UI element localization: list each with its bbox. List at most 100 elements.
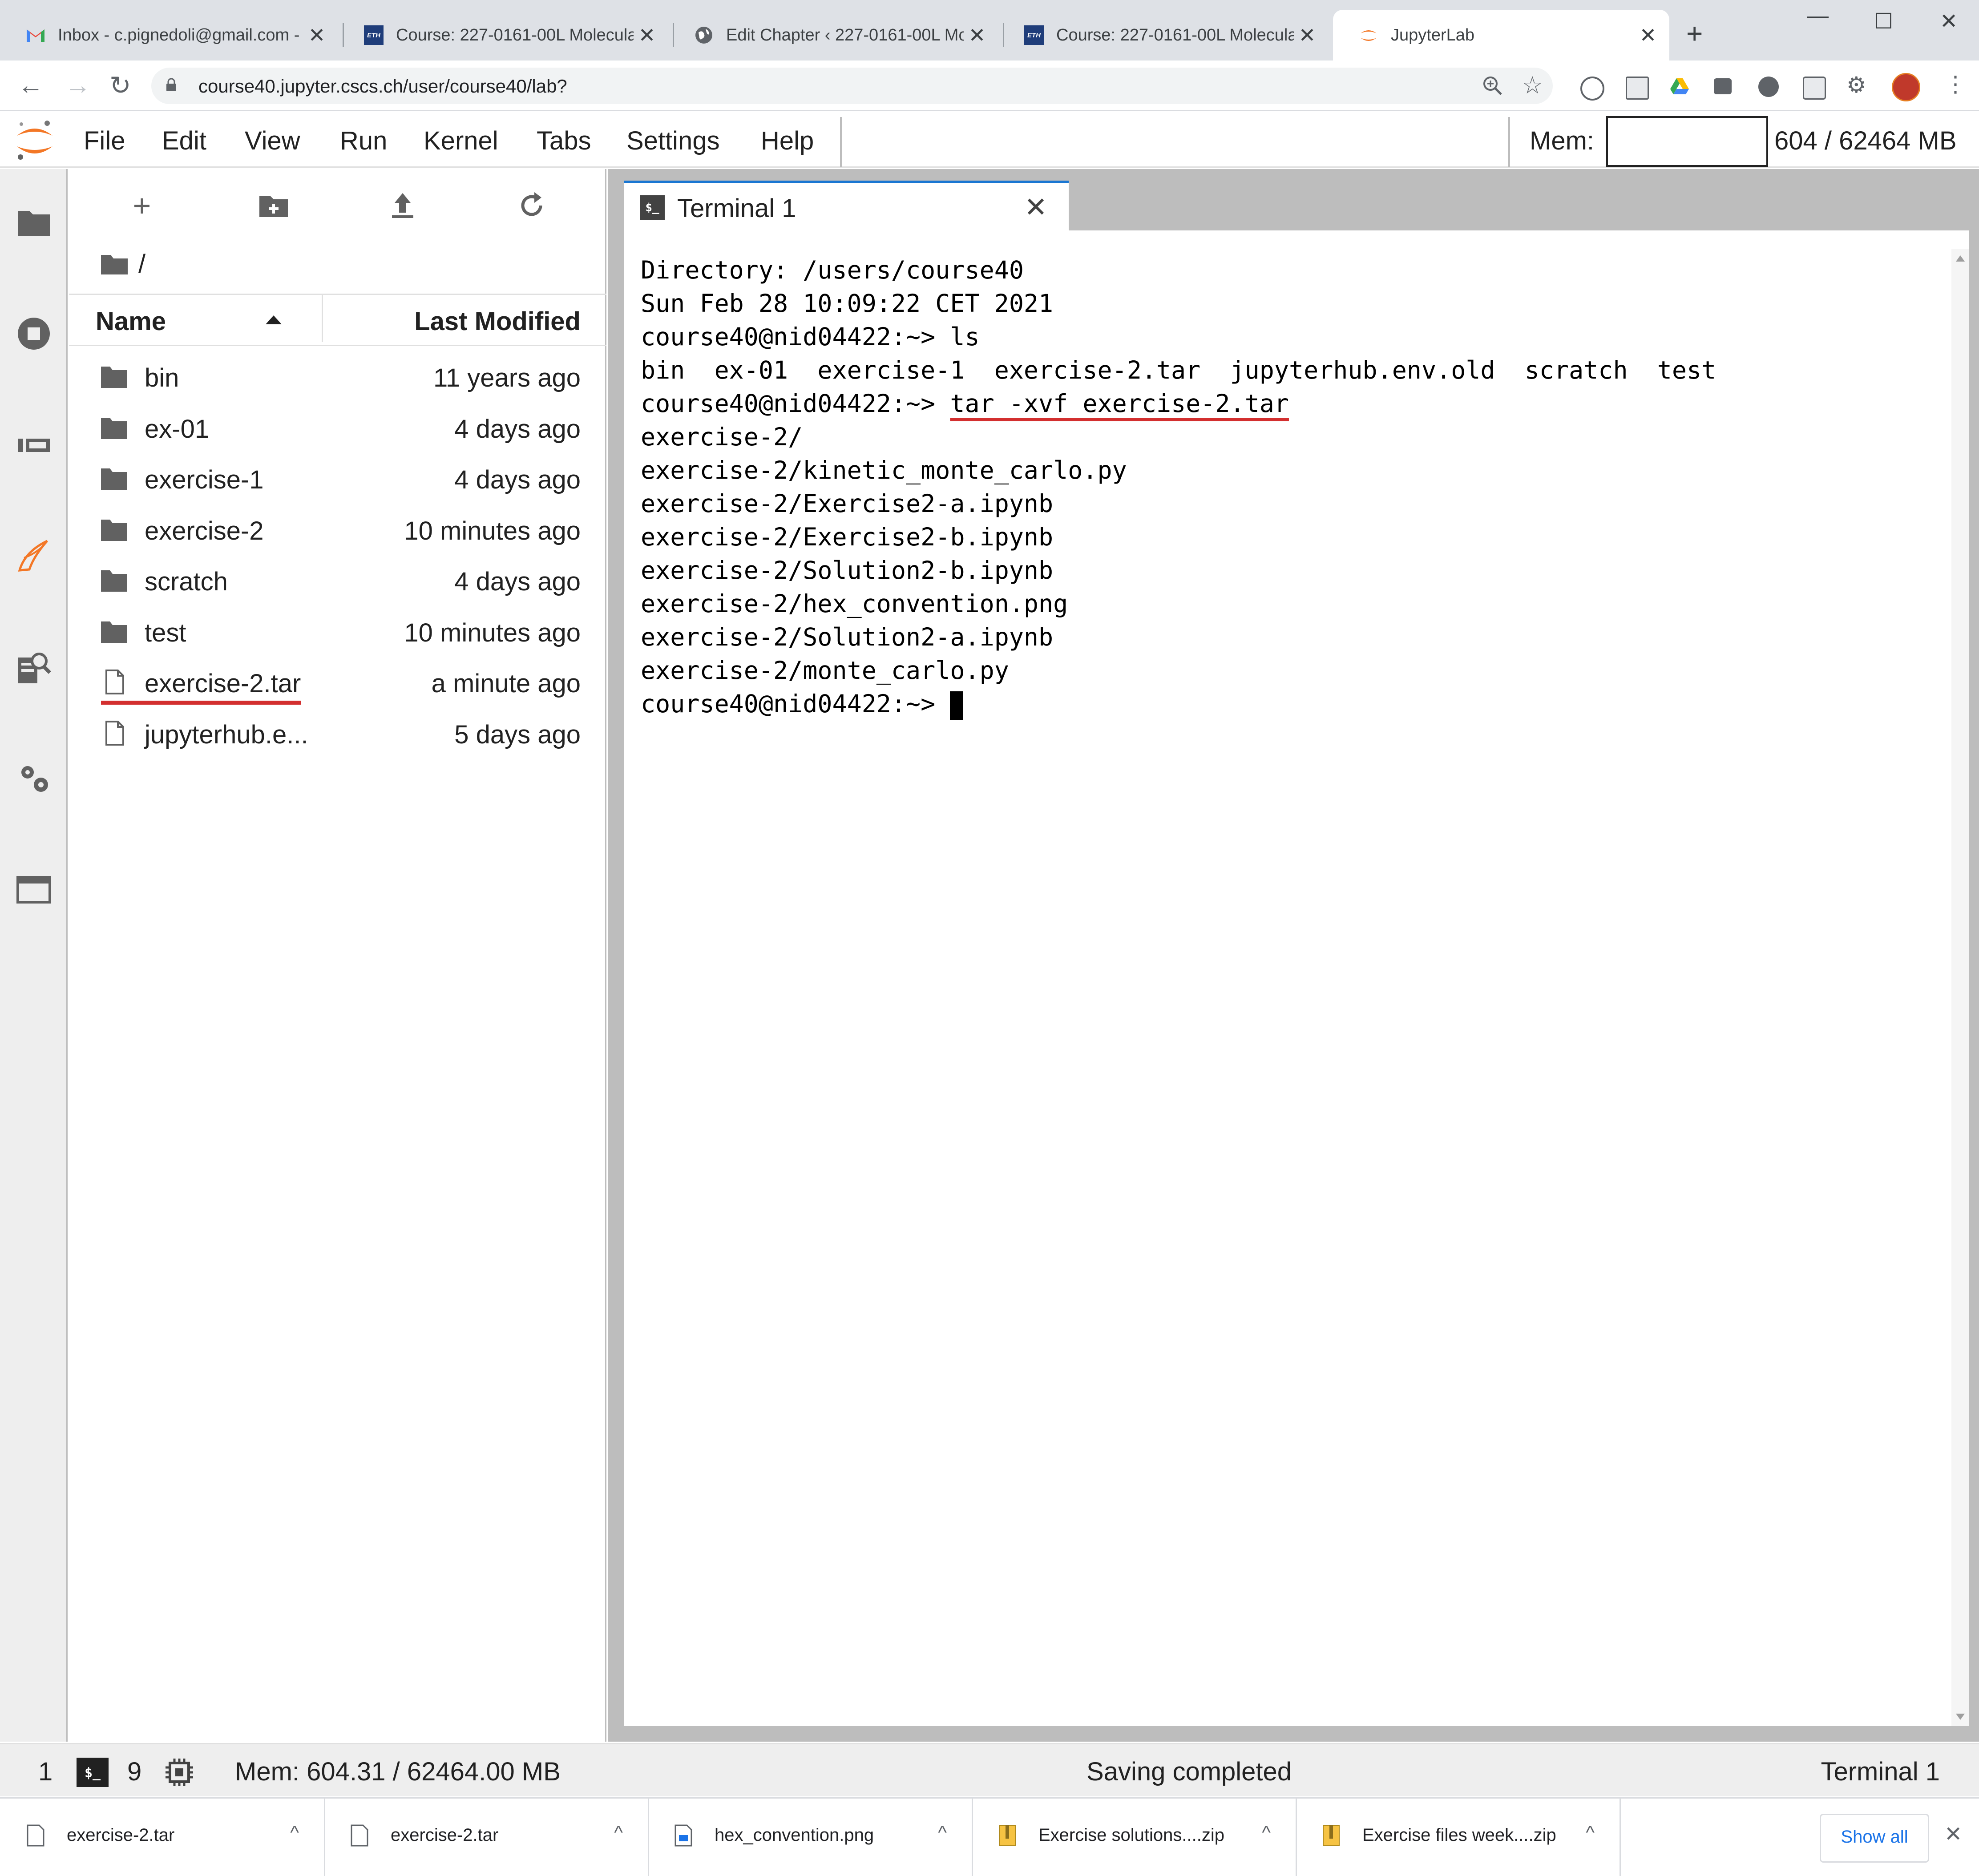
jupyter-top-bar: File Edit View Run Kernel Tabs Settings … — [0, 113, 1979, 168]
browser-tab-course-2[interactable]: ETH Course: 227-0161-00L Molecular ✕ — [998, 10, 1329, 61]
folder-icon[interactable] — [16, 205, 52, 240]
chevron-up-icon[interactable]: ^ — [1586, 1822, 1595, 1843]
file-list-item[interactable]: bin 11 years ago — [69, 351, 606, 402]
chevron-up-icon[interactable]: ^ — [614, 1822, 623, 1843]
download-item[interactable]: Exercise solutions....zip ^ — [972, 1799, 1297, 1876]
menu-view[interactable]: View — [245, 126, 300, 156]
close-icon[interactable]: ✕ — [634, 23, 660, 47]
download-item[interactable]: Exercise files week....zip ^ — [1296, 1799, 1621, 1876]
back-icon[interactable]: ← — [18, 70, 44, 100]
folder-icon[interactable] — [100, 253, 129, 275]
window-close-icon[interactable]: ✕ — [1940, 9, 1958, 34]
extension-info-icon[interactable] — [1580, 77, 1604, 101]
avatar[interactable] — [1892, 73, 1920, 101]
menu-edit[interactable]: Edit — [162, 126, 206, 156]
folder-icon — [101, 519, 127, 541]
command-palette-icon[interactable] — [16, 427, 52, 463]
breadcrumb-root[interactable]: / — [138, 249, 145, 279]
file-list-item[interactable]: exercise-1 4 days ago — [69, 453, 606, 504]
scroll-up-arrow-icon[interactable] — [1956, 255, 1965, 262]
running-stop-icon[interactable] — [16, 316, 52, 351]
url-text: course40.jupyter.cscs.ch/user/course40/l… — [198, 76, 567, 97]
file-list-item[interactable]: exercise-2 10 minutes ago — [69, 504, 606, 555]
download-item[interactable]: exercise-2.tar ^ — [324, 1799, 649, 1876]
menu-kernel[interactable]: Kernel — [424, 126, 498, 156]
forward-icon[interactable]: → — [65, 70, 91, 100]
reload-icon[interactable]: ↻ — [109, 70, 131, 101]
status-count-2[interactable]: 9 — [127, 1757, 141, 1787]
minimize-icon[interactable]: — — [1807, 4, 1829, 28]
file-name: jupyterhub.e... — [145, 720, 308, 749]
show-all-button[interactable]: Show all — [1820, 1814, 1929, 1863]
file-list-item[interactable]: test 10 minutes ago — [69, 606, 606, 657]
download-item[interactable]: hex_convention.png ^ — [648, 1799, 973, 1876]
extension-manager-icon[interactable] — [16, 650, 52, 685]
terminal-output[interactable]: Directory: /users/course40 Sun Feb 28 10:… — [624, 249, 1969, 1726]
extensions-puzzle-icon[interactable]: ⚙ — [1846, 72, 1866, 98]
file-list-item[interactable]: jupyterhub.e... 5 days ago — [69, 708, 606, 759]
scroll-down-arrow-icon[interactable] — [1956, 1714, 1965, 1720]
dropbox-icon[interactable] — [1714, 78, 1732, 94]
google-drive-icon[interactable] — [1669, 77, 1690, 97]
extension-circle-icon[interactable] — [1758, 77, 1779, 97]
new-folder-icon[interactable] — [256, 188, 291, 223]
cast-icon[interactable] — [1803, 77, 1826, 100]
tabs-icon[interactable] — [16, 872, 52, 908]
zoom-icon[interactable] — [1482, 75, 1504, 97]
refresh-icon[interactable] — [514, 188, 549, 223]
chevron-up-icon[interactable]: ^ — [290, 1822, 299, 1843]
sort-ascending-icon[interactable] — [265, 315, 283, 325]
extension-page-icon[interactable] — [1626, 77, 1649, 100]
browser-tab-course[interactable]: ETH Course: 227-0161-00L Molecular ✕ — [338, 10, 668, 61]
download-item[interactable]: exercise-2.tar ^ — [0, 1799, 325, 1876]
browser-tab-jupyterlab[interactable]: JupyterLab ✕ — [1333, 10, 1669, 61]
terminal-icon[interactable]: $_ — [77, 1758, 109, 1787]
browser-tab-title: Course: 227-0161-00L Molecular — [1056, 25, 1294, 44]
globe-icon — [694, 25, 714, 45]
new-tab-button[interactable]: + — [1686, 17, 1703, 50]
file-name: test — [145, 618, 186, 647]
zip-icon — [999, 1825, 1016, 1846]
browser-menu-icon[interactable]: ⋮ — [1944, 71, 1967, 97]
tab-panel-gap — [624, 230, 1969, 250]
property-inspector-icon[interactable] — [16, 538, 52, 574]
chevron-up-icon[interactable]: ^ — [1262, 1822, 1271, 1843]
terminal-line: exercise-2/Solution2-a.ipynb — [641, 623, 1054, 651]
menu-tabs[interactable]: Tabs — [537, 126, 591, 156]
tab-terminal-1[interactable]: $_ Terminal 1 ✕ — [624, 181, 1069, 233]
bookmark-star-icon[interactable]: ☆ — [1522, 71, 1543, 99]
close-icon[interactable]: ✕ — [303, 23, 330, 47]
browser-tab-gmail[interactable]: Inbox - c.pignedoli@gmail.com - ✕ — [0, 10, 338, 61]
menu-file[interactable]: File — [84, 126, 125, 156]
close-icon[interactable]: ✕ — [1024, 191, 1047, 223]
file-name: scratch — [145, 567, 228, 596]
jupyter-logo-icon — [17, 121, 53, 160]
chevron-up-icon[interactable]: ^ — [938, 1822, 947, 1843]
close-icon[interactable]: ✕ — [1944, 1822, 1962, 1847]
file-list-item[interactable]: scratch 4 days ago — [69, 555, 606, 606]
close-icon[interactable]: ✕ — [1294, 23, 1321, 47]
cpu-chip-icon[interactable] — [165, 1758, 194, 1787]
url-input[interactable]: course40.jupyter.cscs.ch/user/course40/l… — [151, 68, 1553, 104]
new-launcher-icon[interactable]: + — [124, 188, 160, 223]
maximize-icon[interactable]: ☐ — [1874, 9, 1893, 34]
close-icon[interactable]: ✕ — [1635, 23, 1661, 47]
column-name[interactable]: Name — [96, 307, 166, 336]
browser-tab-strip: Inbox - c.pignedoli@gmail.com - ✕ ETH Co… — [0, 0, 1979, 61]
file-list-item[interactable]: ex-01 4 days ago — [69, 403, 606, 453]
upload-icon[interactable] — [385, 188, 420, 223]
menu-settings[interactable]: Settings — [626, 126, 720, 156]
column-last-modified[interactable]: Last Modified — [414, 307, 581, 336]
gears-icon[interactable] — [16, 761, 52, 796]
terminal-scrollbar[interactable] — [1951, 249, 1969, 1726]
browser-tab-edit-chapter[interactable]: Edit Chapter ‹ 227-0161-00L Mol ✕ — [668, 10, 998, 61]
terminal-line: exercise-2/Exercise2-b.ipynb — [641, 523, 1054, 551]
file-list-item[interactable]: exercise-2.tar a minute ago — [69, 657, 606, 708]
download-filename: exercise-2.tar — [391, 1825, 499, 1845]
download-filename: hex_convention.png — [715, 1825, 874, 1845]
close-icon[interactable]: ✕ — [964, 23, 990, 47]
menu-help[interactable]: Help — [761, 126, 814, 156]
menu-run[interactable]: Run — [340, 126, 387, 156]
terminal-line: exercise-2/monte_carlo.py — [641, 656, 1009, 685]
status-count-1[interactable]: 1 — [38, 1757, 53, 1787]
